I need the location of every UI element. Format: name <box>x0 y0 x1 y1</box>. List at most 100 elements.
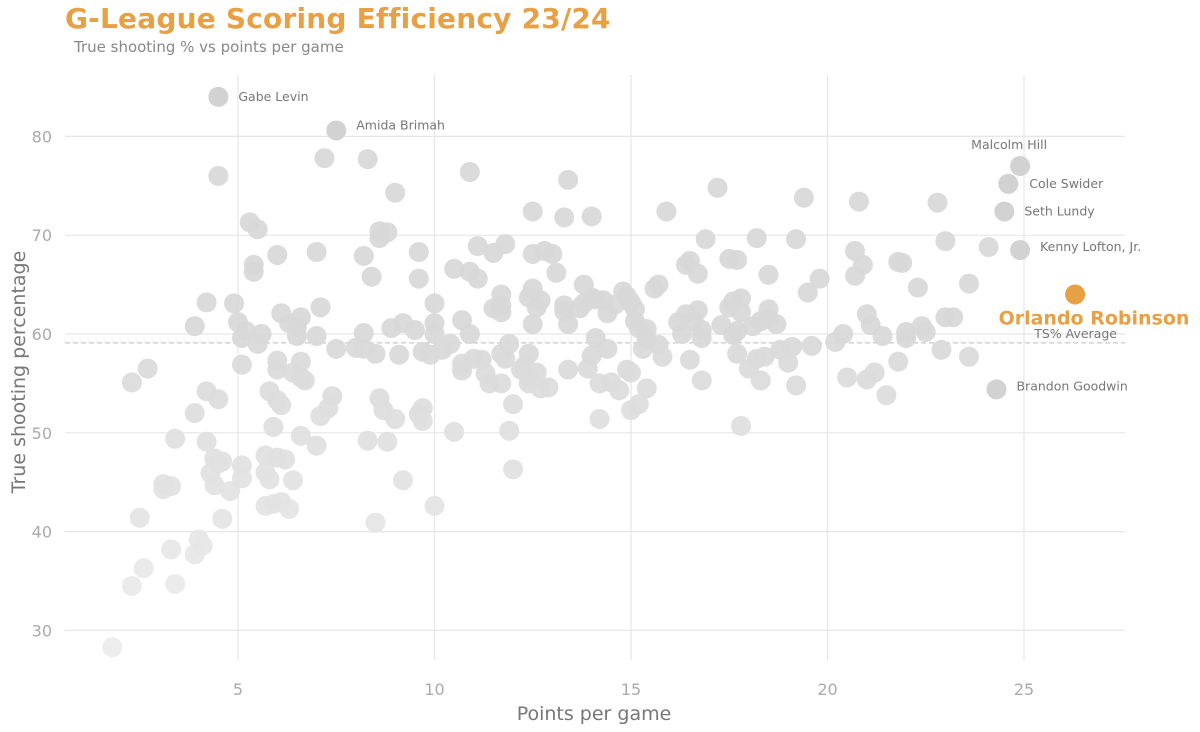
scatter-point <box>558 359 579 380</box>
scatter-point <box>554 207 575 228</box>
scatter-point <box>204 475 225 496</box>
scatter-point <box>648 274 669 295</box>
scatter-point <box>522 201 543 222</box>
scatter-point <box>766 314 787 335</box>
scatter-point <box>491 373 512 394</box>
scatter-point <box>573 274 594 295</box>
scatter-point <box>758 264 779 285</box>
y-tick-label: 70 <box>32 226 52 245</box>
scatter-point <box>707 177 728 198</box>
scatter-point <box>943 307 964 328</box>
scatter-point <box>459 324 480 344</box>
labeled-point <box>998 173 1019 194</box>
scatter-point <box>275 449 296 470</box>
scatter-point <box>503 394 524 415</box>
scatter-point <box>931 339 952 360</box>
scatter-point <box>231 354 252 375</box>
x-tick-label: 5 <box>233 680 243 699</box>
scatter-point <box>793 187 814 208</box>
scatter-point <box>467 268 488 289</box>
scatter-point <box>279 498 300 519</box>
scatter-point <box>888 351 909 372</box>
scatter-point <box>459 161 480 182</box>
x-tick-label: 15 <box>621 680 641 699</box>
scatter-point <box>161 476 182 497</box>
scatter-point <box>424 293 445 314</box>
point-label: Kenny Lofton, Jr. <box>1040 239 1141 254</box>
scatter-point <box>408 268 429 289</box>
scatter-point <box>121 575 142 596</box>
scatter-point <box>137 358 158 379</box>
scatter-point <box>424 313 445 334</box>
point-label: Malcolm Hill <box>971 137 1047 152</box>
y-tick-label: 80 <box>32 127 52 146</box>
scatter-point <box>440 333 461 354</box>
scatter-point <box>310 297 331 318</box>
scatter-point <box>872 325 893 346</box>
scatter-point <box>361 266 382 287</box>
scatter-point <box>259 469 280 490</box>
scatter-point <box>121 372 142 393</box>
scatter-point <box>958 273 979 294</box>
scatter-point <box>656 201 677 222</box>
y-axis-label: True shooting percentage <box>8 251 30 495</box>
labeled-point <box>1010 240 1031 261</box>
point-label: Brandon Goodwin <box>1016 378 1127 393</box>
scatter-point <box>404 320 425 341</box>
scatter-point <box>518 343 539 364</box>
scatter-point <box>907 277 928 298</box>
scatter-point <box>424 495 445 516</box>
scatter-point <box>581 206 602 227</box>
scatter-point <box>196 431 217 452</box>
scatter-point <box>377 431 398 452</box>
scatter-point <box>589 408 610 429</box>
x-tick-label: 10 <box>424 680 444 699</box>
scatter-point <box>495 234 516 255</box>
scatter-point <box>212 451 233 472</box>
scatter-point <box>750 370 771 391</box>
scatter-point <box>184 316 205 337</box>
scatter-point <box>927 192 948 213</box>
scatter-point <box>522 314 543 335</box>
labeled-point <box>1010 156 1031 177</box>
scatter-point <box>833 324 854 344</box>
scatter-point <box>196 381 217 402</box>
scatter-point <box>852 254 873 275</box>
scatter-point <box>412 410 433 431</box>
scatter-point <box>782 336 803 357</box>
y-tick-label: 50 <box>32 424 52 443</box>
scatter-point <box>385 408 406 429</box>
x-axis-label: Points per game <box>517 703 672 725</box>
scatter-point <box>326 338 347 359</box>
scatter-point <box>558 169 579 190</box>
scatter-point <box>444 421 465 442</box>
scatter-point <box>915 322 936 343</box>
scatter-point <box>609 380 630 401</box>
scatter-point <box>231 468 252 489</box>
scatter-point <box>856 369 877 390</box>
scatter-point <box>679 349 700 370</box>
scatter-point <box>290 351 311 372</box>
scatter-point <box>652 346 673 367</box>
scatter-point <box>184 403 205 424</box>
scatter-point <box>353 323 374 344</box>
scatter-point <box>306 241 327 262</box>
scatter-point <box>161 539 182 560</box>
point-label: Seth Lundy <box>1024 203 1095 218</box>
scatter-point <box>978 237 999 258</box>
scatter-point <box>357 430 378 451</box>
scatter-point <box>809 268 830 289</box>
scatter-point <box>365 343 386 364</box>
x-tick-label: 20 <box>817 680 837 699</box>
labeled-point <box>986 379 1007 400</box>
scatter-point <box>259 381 280 402</box>
labeled-point <box>994 201 1015 222</box>
scatter-point <box>786 229 807 250</box>
labeled-point <box>326 120 347 141</box>
scatter-point <box>133 558 154 579</box>
highlight-label: Orlando Robinson <box>999 307 1190 329</box>
scatter-point <box>239 212 260 233</box>
scatter-point <box>377 222 398 243</box>
scatter-point <box>306 435 327 456</box>
scatter-point <box>558 314 579 335</box>
